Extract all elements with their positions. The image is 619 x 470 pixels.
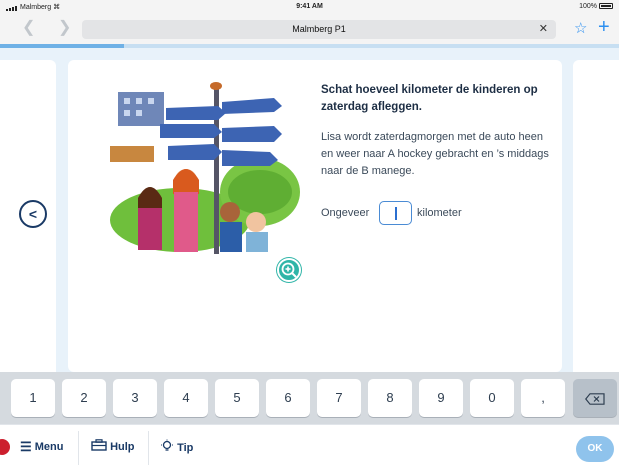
- hamburger-icon: ☰: [20, 439, 32, 454]
- tip-label: Tip: [177, 442, 194, 454]
- bottom-toolbar: ☰ Menu Hulp Tip OK: [0, 424, 619, 470]
- forward-arrow-icon[interactable]: ❯: [58, 20, 71, 36]
- text-caret: [395, 207, 397, 220]
- question-title: Schat hoeveel kilometer de kinderen op z…: [321, 84, 538, 113]
- backspace-key[interactable]: [573, 379, 617, 417]
- back-arrow-icon[interactable]: ❮: [22, 20, 35, 36]
- key-9[interactable]: 9: [419, 379, 463, 417]
- key-1[interactable]: 1: [11, 379, 55, 417]
- answer-prefix: Ongeveer: [321, 207, 370, 219]
- signpost-illustration: [110, 82, 300, 254]
- browser-bar: ❮ ❯ Malmberg P1 ✕ ☆ +: [0, 14, 619, 44]
- key-5[interactable]: 5: [215, 379, 259, 417]
- backspace-icon: [585, 392, 605, 405]
- menu-label: Menu: [34, 441, 64, 453]
- help-label: Hulp: [110, 441, 135, 453]
- battery-percent: 100%: [579, 3, 597, 10]
- key-8[interactable]: 8: [368, 379, 412, 417]
- key-3[interactable]: 3: [113, 379, 157, 417]
- key-6[interactable]: 6: [266, 379, 310, 417]
- key-4[interactable]: 4: [164, 379, 208, 417]
- star-icon[interactable]: ☆: [574, 19, 587, 37]
- tip-button[interactable]: Tip: [160, 439, 193, 454]
- next-card-peek: [573, 60, 619, 372]
- key-7[interactable]: 7: [317, 379, 361, 417]
- battery-icon: [599, 3, 613, 10]
- ok-button[interactable]: OK: [576, 436, 614, 462]
- help-button[interactable]: Hulp: [91, 439, 135, 453]
- clock: 9:41 AM: [296, 3, 323, 10]
- key-0[interactable]: 0: [470, 379, 514, 417]
- zoom-in-icon: [281, 262, 297, 278]
- address-bar[interactable]: Malmberg P1 ✕: [82, 20, 556, 39]
- page-title: Malmberg P1: [292, 24, 346, 34]
- record-indicator: [0, 439, 10, 455]
- toolbar-divider: [148, 431, 149, 465]
- key-2[interactable]: 2: [62, 379, 106, 417]
- lightbulb-icon: [161, 439, 173, 451]
- close-icon[interactable]: ✕: [539, 20, 548, 39]
- battery-info: 100%: [579, 3, 613, 10]
- menu-button[interactable]: ☰ Menu: [20, 439, 63, 455]
- status-bar: Malmberg ⌘ 9:41 AM 100%: [0, 0, 619, 14]
- key-comma[interactable]: ,: [521, 379, 565, 417]
- zoom-button[interactable]: [277, 258, 301, 282]
- toolbar-divider: [78, 431, 79, 465]
- chevron-left-icon: <: [28, 206, 38, 222]
- question-text: Lisa wordt zaterdagmorgen met de auto he…: [321, 131, 549, 177]
- plus-icon[interactable]: +: [598, 16, 610, 39]
- previous-button[interactable]: <: [19, 200, 47, 228]
- numeric-keypad: 1 2 3 4 5 6 7 8 9 0 ,: [0, 372, 619, 424]
- answer-suffix: kilometer: [417, 207, 462, 219]
- answer-input[interactable]: [379, 201, 412, 225]
- toolbox-icon: [91, 439, 107, 451]
